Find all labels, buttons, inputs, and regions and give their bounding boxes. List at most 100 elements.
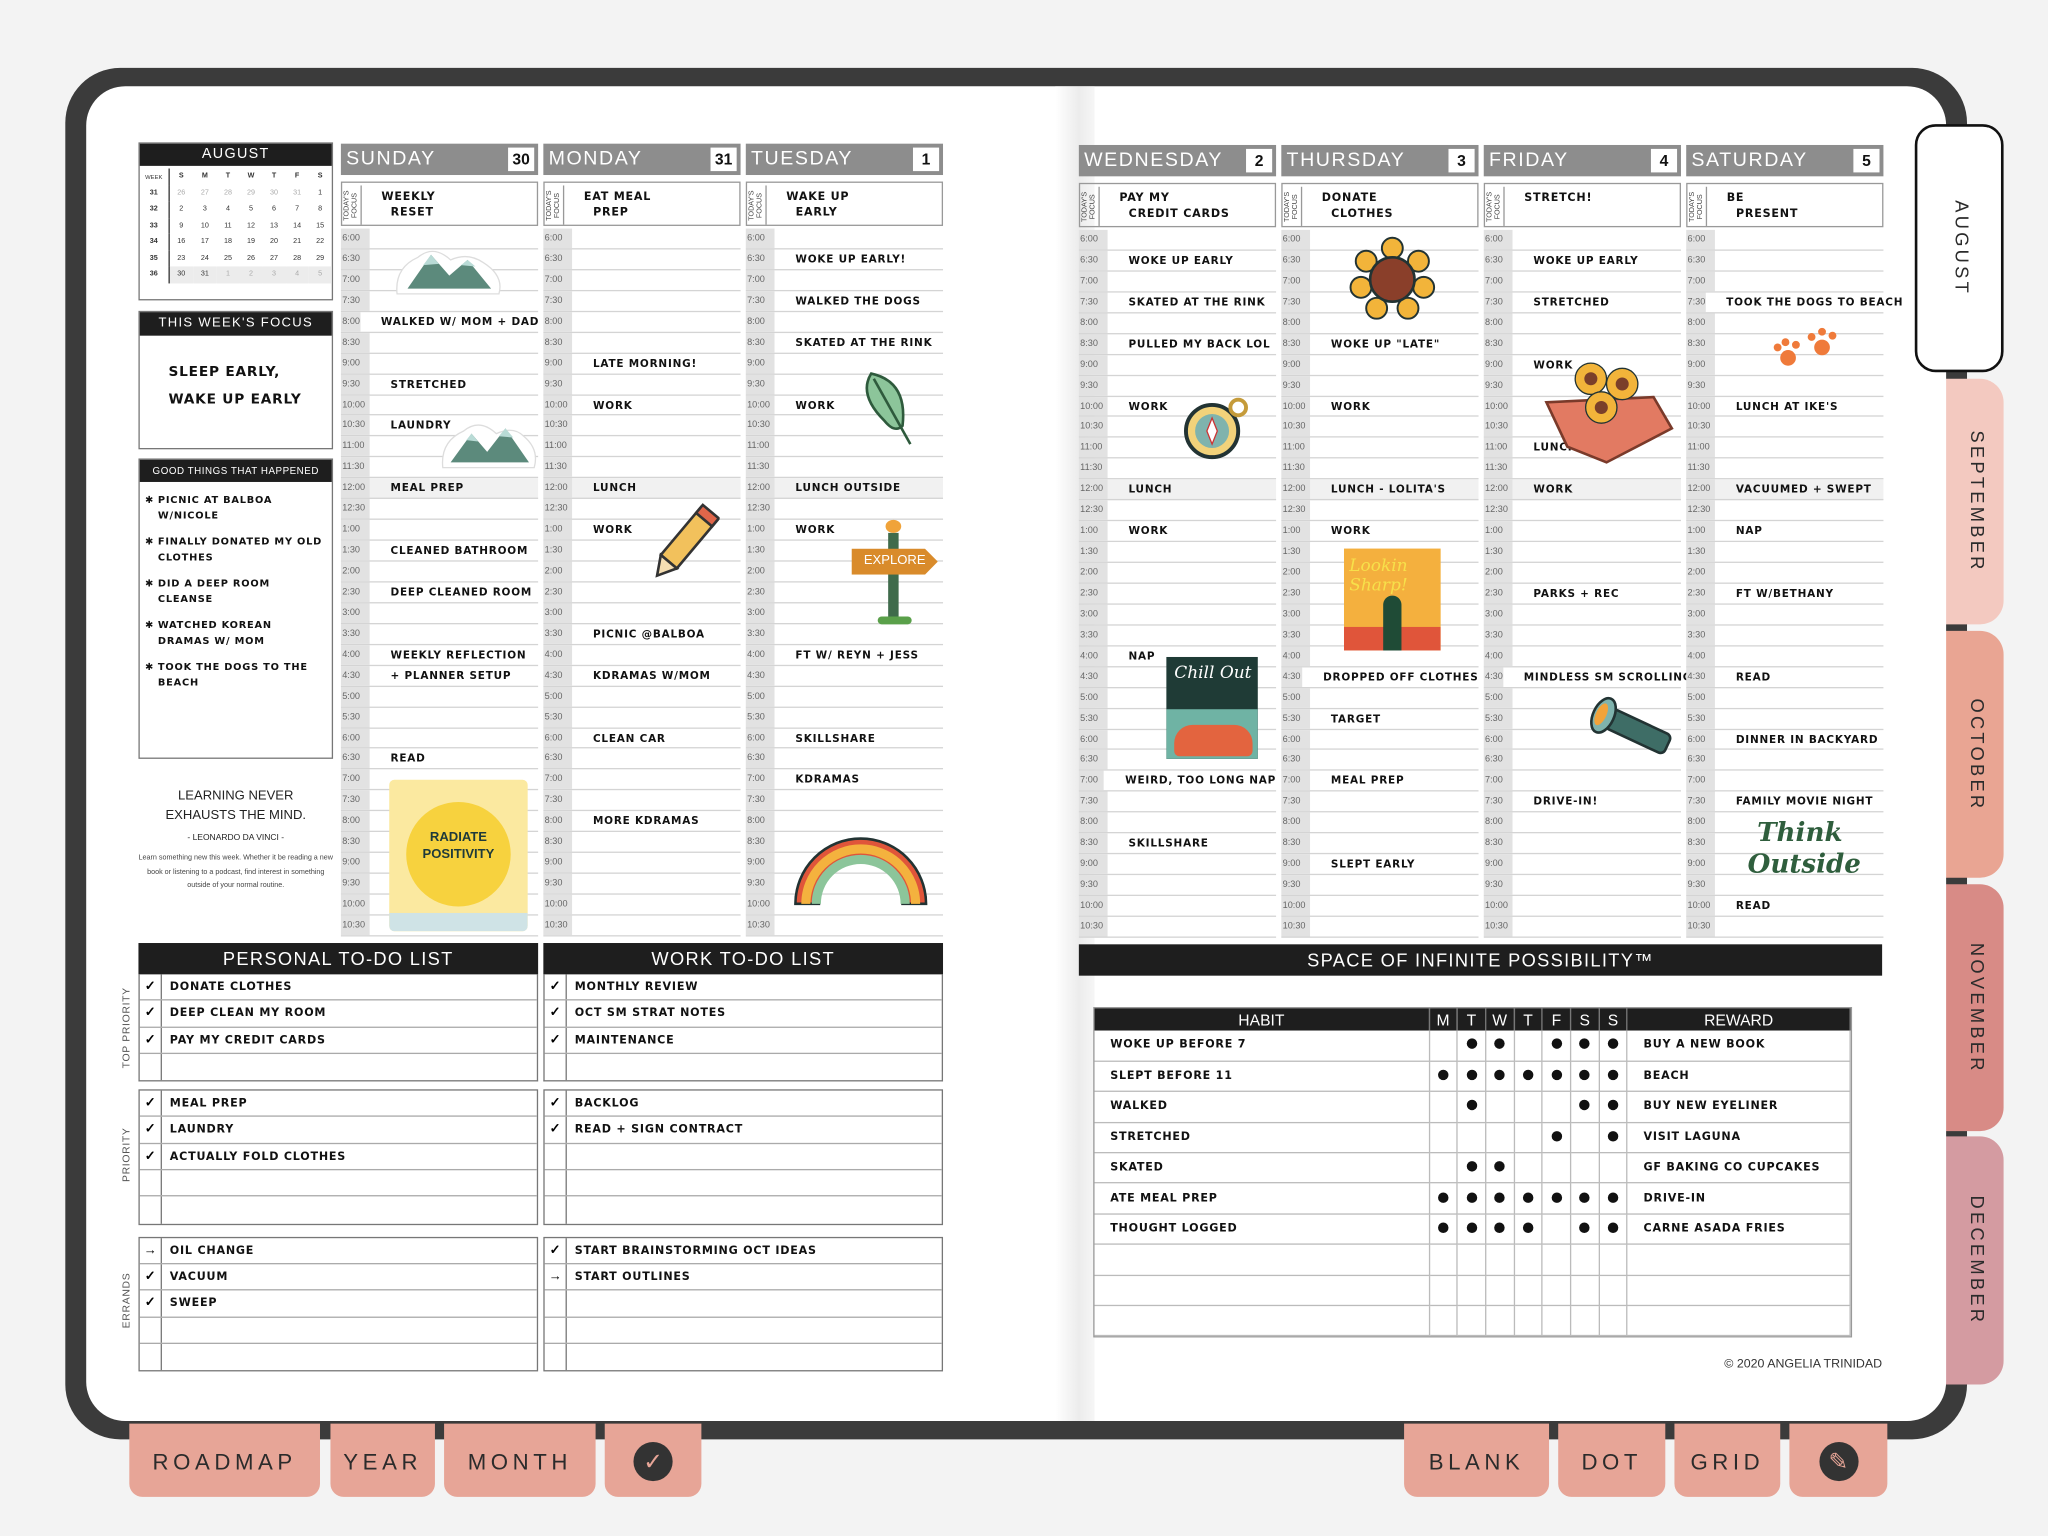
time-slot[interactable]: 8:30 [543,332,741,354]
time-slot[interactable]: 6:00 [543,228,741,250]
time-slot[interactable]: 6:30 [543,249,741,271]
habit-reward[interactable]: DRIVE-IN [1627,1183,1851,1215]
calendar-day[interactable]: 8 [309,201,332,217]
todo-checkbox[interactable]: ✓ [140,974,162,1000]
time-slot[interactable]: 11:00 [1686,438,1884,459]
time-slot[interactable]: 6:30 [745,748,944,770]
time-slot[interactable]: 3:30 [1483,625,1681,647]
habit-name[interactable]: WALKED [1094,1091,1430,1123]
time-slot[interactable]: 11:30 [543,457,741,479]
time-slot[interactable]: 7:30 FAMILY MOVIE NIGHT [1686,791,1884,813]
habit-cell[interactable] [1457,1030,1487,1062]
habit-name[interactable]: SLEPT BEFORE 11 [1094,1061,1430,1093]
todo-item[interactable] [544,1170,942,1197]
habit-cell[interactable] [1485,1152,1515,1184]
time-slot[interactable]: 3:30 [745,624,944,645]
habit-cell[interactable] [1513,1122,1543,1154]
todo-item[interactable] [140,1196,537,1224]
habit-cell[interactable] [1542,1030,1572,1062]
time-slot[interactable]: 9:30 [1281,375,1479,397]
time-slot[interactable]: 10:30 [1078,916,1277,938]
todo-item[interactable]: ✓ OCT SM STRAT NOTES [544,1000,942,1028]
habit-reward[interactable]: BUY A NEW BOOK [1627,1030,1851,1062]
time-slot[interactable]: 8:30 SKILLSHARE [1078,833,1277,855]
todo-checkbox[interactable] [545,1343,567,1371]
calendar-day[interactable]: 9 [168,217,193,233]
time-slot[interactable]: 4:30 DROPPED OFF CLOTHES [1281,667,1479,688]
calendar-day[interactable]: 16 [168,234,193,250]
calendar-day[interactable]: 3 [193,201,216,217]
habit-cell[interactable] [1598,1274,1628,1307]
habit-name[interactable]: STRETCHED [1094,1122,1430,1154]
calendar-day[interactable]: 29 [239,185,262,201]
time-slot[interactable]: 1:00 NAP [1686,521,1884,543]
calendar-day[interactable]: 5 [308,266,332,283]
todo-item[interactable] [545,1053,942,1081]
calendar-day[interactable]: 15 [309,217,332,233]
todo-item[interactable]: ✓ MAINTENANCE [544,1027,942,1054]
todo-checkbox[interactable]: ✓ [140,1117,162,1143]
habit-cell[interactable] [1457,1244,1487,1276]
todo-item[interactable]: ✓ LAUNDRY [139,1117,537,1144]
habit-cell[interactable] [1570,1183,1600,1215]
calendar-day[interactable]: 19 [239,234,262,250]
time-slot[interactable]: 12:30 [1078,500,1277,522]
habit-reward[interactable]: BEACH [1627,1061,1851,1093]
habit-cell[interactable] [1570,1213,1600,1246]
todo-item[interactable]: ✓ VACUUM [139,1264,537,1291]
time-slot[interactable]: 6:30 [1686,750,1884,772]
habit-name[interactable] [1094,1305,1430,1337]
time-slot[interactable]: 7:00 [1686,271,1884,293]
time-slot[interactable]: 5:00 [340,686,539,708]
tab-month[interactable]: MONTH [444,1423,596,1497]
calendar-day[interactable]: 27 [263,250,286,266]
calendar-day[interactable]: 20 [263,234,286,250]
time-slot[interactable]: 9:00 [1078,354,1277,376]
habit-cell[interactable] [1428,1152,1458,1184]
todo-item[interactable] [140,1053,537,1081]
todays-focus-box[interactable]: TODAY'S FOCUS WAKE UP EARLY [745,181,944,226]
time-slot[interactable]: 6:00 [1078,229,1277,251]
time-slot[interactable]: 10:00 [543,894,741,916]
calendar-day[interactable]: 3 [262,266,286,283]
habit-cell[interactable] [1513,1213,1543,1246]
todo-item[interactable]: ✓ SWEEP [139,1290,537,1318]
time-slot[interactable]: 9:30 [1281,875,1479,896]
good-thing-item[interactable]: ✱ WATCHED KOREAN DRAMAS W/ MOM [145,618,324,649]
time-slot[interactable]: 6:30 WOKE UP EARLY [1483,250,1681,272]
day-date[interactable]: 2 [1246,148,1273,173]
time-slot[interactable]: 10:30 [543,415,741,437]
todo-checkbox[interactable]: ✓ [140,1290,162,1316]
habit-cell[interactable] [1570,1061,1600,1093]
time-slot[interactable]: 7:00 [543,270,741,292]
todo-item[interactable]: ✓ DEEP CLEAN MY ROOM [139,1000,537,1028]
habit-cell[interactable] [1542,1152,1572,1184]
todo-checkbox[interactable] [545,1317,567,1343]
habit-reward[interactable] [1627,1305,1851,1337]
time-slot[interactable]: 10:30 [1686,916,1884,938]
habit-name[interactable]: ATE MEAL PREP [1094,1183,1430,1215]
time-slot[interactable]: 6:00 [340,728,539,749]
habit-cell[interactable] [1513,1305,1543,1337]
time-slot[interactable]: 4:00 WEEKLY REFLECTION [340,644,539,666]
calendar-day[interactable]: 11 [216,217,239,233]
time-slot[interactable]: 9:00 [1483,854,1681,876]
habit-cell[interactable] [1598,1122,1628,1154]
todo-checkbox[interactable] [545,1290,567,1316]
habit-cell[interactable] [1457,1305,1487,1337]
habit-reward[interactable]: GF BAKING CO CUPCAKES [1627,1152,1851,1184]
time-slot[interactable]: 10:00 [1078,895,1277,917]
todays-focus-box[interactable]: TODAY'S FOCUS WEEKLY RESET [340,181,539,226]
todo-checkbox[interactable] [545,1196,567,1224]
time-slot[interactable]: 3:00 [1483,604,1681,626]
todo-item[interactable]: ✓ MEAL PREP [139,1090,537,1118]
time-slot[interactable]: 10:30 [1686,417,1884,439]
time-slot[interactable]: 12:30 [340,499,539,520]
todo-checkbox[interactable]: ✓ [545,1027,567,1053]
habit-cell[interactable] [1570,1030,1600,1062]
habit-cell[interactable] [1542,1305,1572,1337]
time-slot[interactable]: 2:00 [1078,562,1277,584]
habit-cell[interactable] [1542,1091,1572,1123]
habit-cell[interactable] [1513,1152,1543,1184]
habit-cell[interactable] [1457,1213,1487,1246]
